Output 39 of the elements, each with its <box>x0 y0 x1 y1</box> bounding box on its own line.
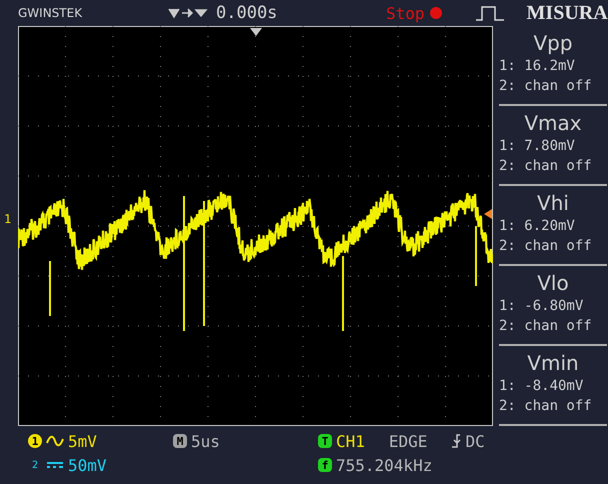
trigger-type: EDGE <box>388 432 428 450</box>
measurement-value: 1: 6.20mV <box>499 217 576 236</box>
timebase-value: 5us <box>191 432 220 450</box>
measurement-name: Vlo <box>536 270 570 296</box>
trigger-level-icon <box>484 209 492 219</box>
measurement-value: 1: -8.40mV <box>499 377 584 396</box>
channel-scale: 5mV <box>68 432 97 450</box>
ac-coupling-icon <box>46 435 64 447</box>
trigger-coupling: DC <box>465 432 485 450</box>
run-status: Stop <box>386 4 425 22</box>
pulse-icon <box>474 4 505 22</box>
trigger-arrows-icon <box>168 6 208 20</box>
measurement-name: Vmax <box>523 110 583 136</box>
measurement-name: Vmin <box>526 350 580 376</box>
menu-title: MISURA <box>526 2 608 24</box>
timebase-badge: M <box>173 434 187 448</box>
measurement-value: 1: 7.80mV <box>499 137 576 156</box>
measurement-value: 2: chan off <box>499 317 593 336</box>
measurement-value: 2: chan off <box>499 77 593 96</box>
channel-badge: 1 <box>28 434 42 448</box>
frequency-value: 755.204kHz <box>336 456 432 474</box>
trigger-badge: T <box>318 434 332 448</box>
channel-label: 2 <box>30 460 40 470</box>
measurement-value: 2: chan off <box>499 397 593 416</box>
measurement-value: 1: 16.2mV <box>499 57 576 76</box>
measurement-name: Vhi <box>536 190 570 216</box>
channel-marker: 1 <box>4 212 12 226</box>
time-offset: 0.000s <box>216 3 278 23</box>
frequency-badge: f <box>318 458 332 472</box>
measurement-value: 1: -6.80mV <box>499 297 584 316</box>
brand-logo: GWINSTEK <box>18 6 84 20</box>
stop-icon <box>428 6 443 20</box>
trigger-source: CH1 <box>336 432 365 450</box>
dc-coupling-icon <box>46 459 64 471</box>
measurement-value: 2: chan off <box>499 157 593 176</box>
measurement-name: Vpp <box>532 30 574 56</box>
channel-scale: 50mV <box>68 456 107 474</box>
measurement-value: 2: chan off <box>499 237 593 256</box>
falling-edge-icon <box>451 433 462 449</box>
